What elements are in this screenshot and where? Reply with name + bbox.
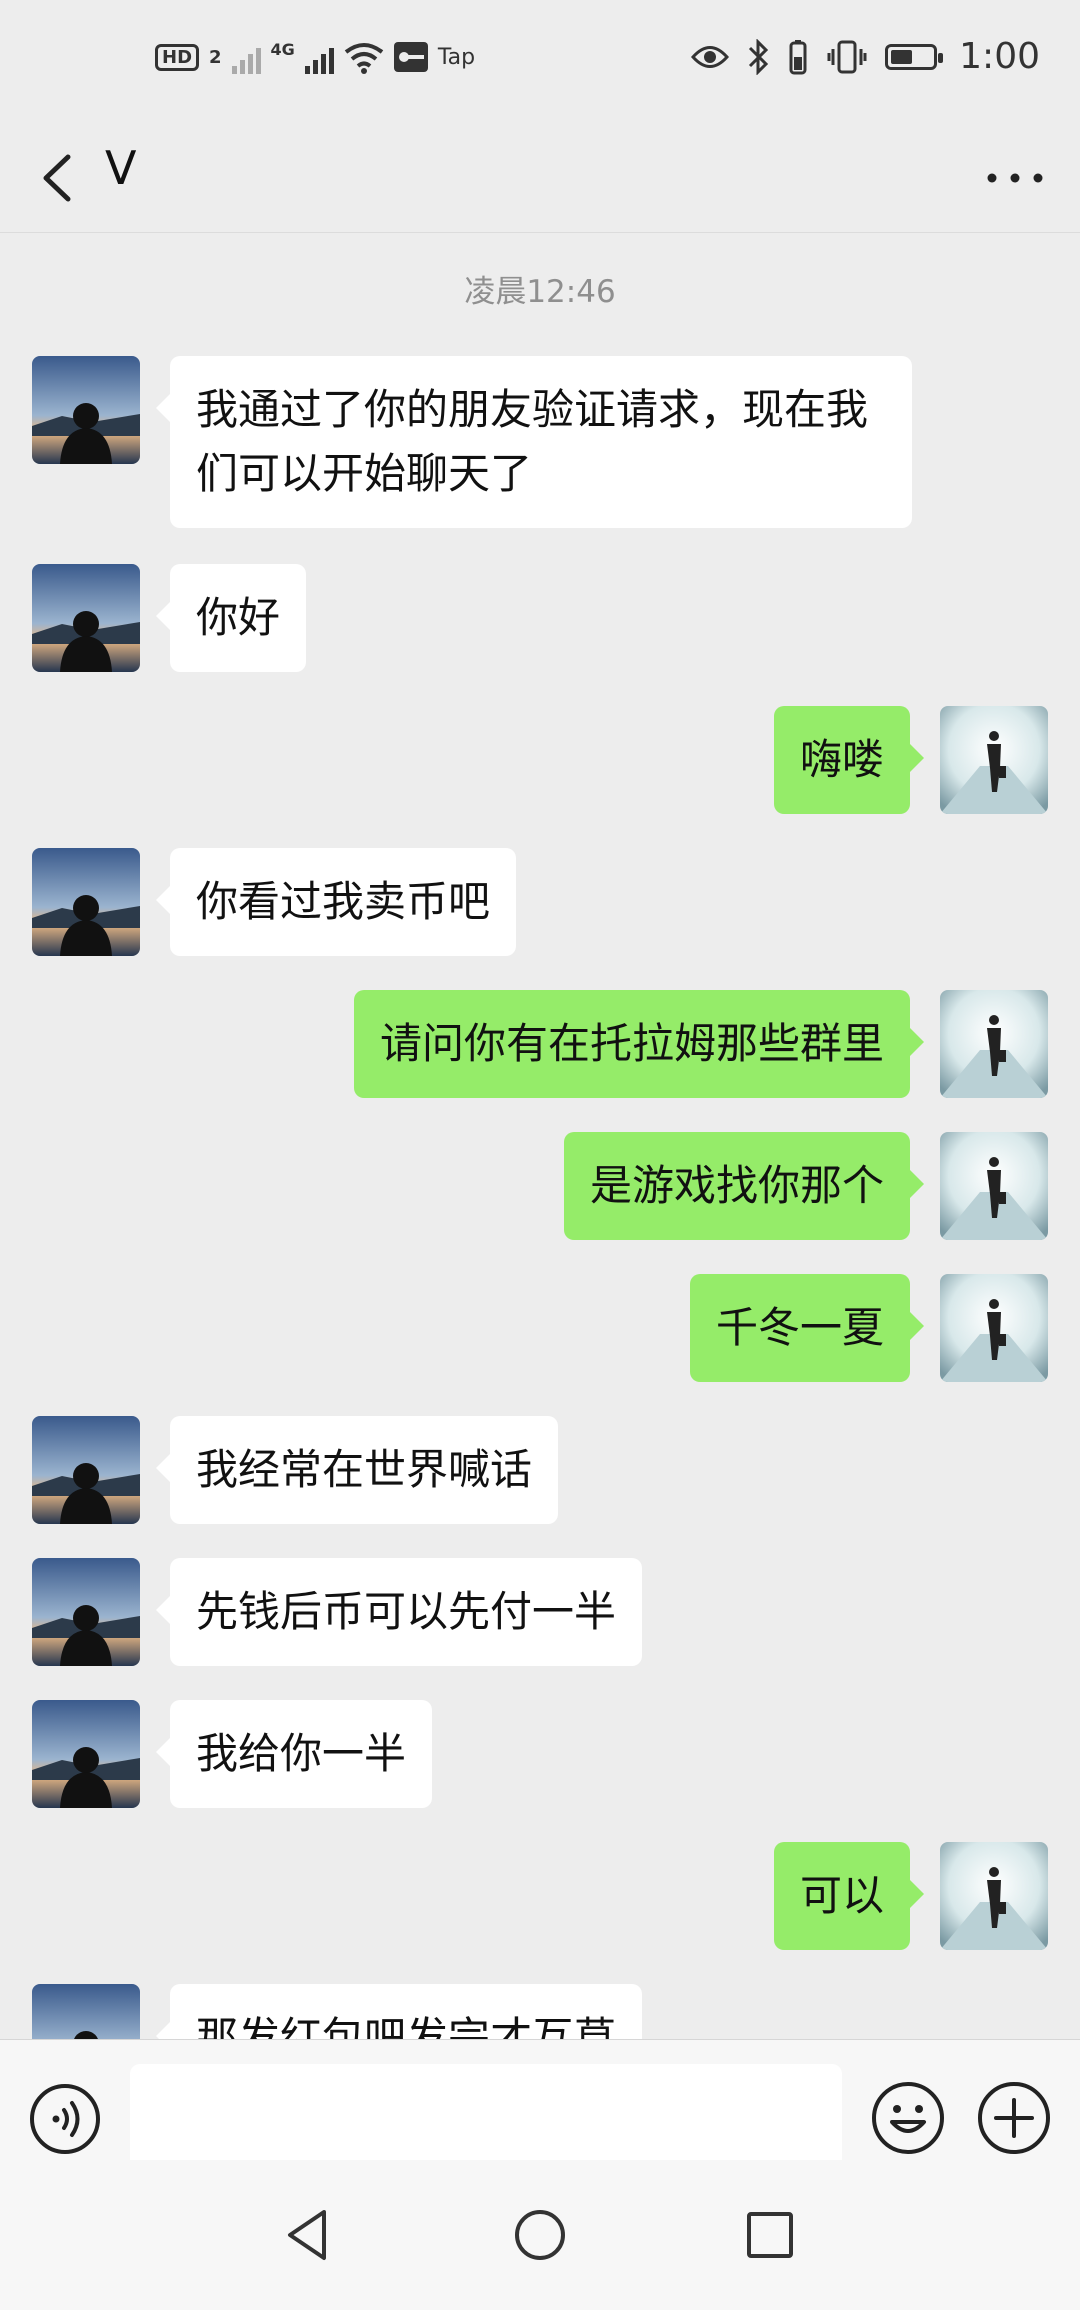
battery-icon	[885, 43, 944, 70]
wifi-icon	[344, 43, 384, 74]
message-input[interactable]	[130, 2064, 842, 2172]
emoji-icon[interactable]	[870, 2080, 946, 2156]
more-icon[interactable]	[980, 143, 1050, 213]
message-bubble-incoming[interactable]: 先钱后币可以先付一半	[155, 1558, 643, 1666]
hd-label: HD	[162, 46, 193, 68]
message-bubble-incoming[interactable]: 我通过了你的朋友验证请求，现在我们可以开始聊天了	[156, 356, 912, 528]
bluetooth-icon	[749, 38, 769, 75]
message-bubble-incoming[interactable]: 我给你一半	[155, 1700, 433, 1808]
message-bubble-outgoing[interactable]: 请问你有在托拉姆那些群里	[353, 990, 925, 1098]
avatar[interactable]	[940, 1842, 1048, 1950]
avatar[interactable]	[32, 1984, 140, 2039]
message-bubble-outgoing[interactable]: 可以	[773, 1842, 925, 1950]
avatar[interactable]	[940, 990, 1048, 1098]
message-bubble-incoming[interactable]: 我经常在世界喊话	[155, 1416, 559, 1524]
message-list[interactable]: 凌晨12:46 我通过了你的朋友验证请求，现在我们可以开始聊天了 你好 嗨喽 你…	[0, 232, 1080, 2039]
avatar[interactable]	[940, 1132, 1048, 1240]
system-nav-bar	[0, 2160, 1080, 2310]
vibrate-icon	[827, 40, 867, 73]
chat-header: V	[0, 125, 1080, 233]
avatar[interactable]	[32, 1558, 140, 1666]
network-type-label: 4G	[270, 40, 295, 59]
plus-icon[interactable]	[976, 2080, 1052, 2156]
avatar[interactable]	[940, 706, 1048, 814]
signal-icon	[231, 40, 261, 74]
chevron-left-icon[interactable]	[30, 143, 90, 213]
circle-home-icon[interactable]	[505, 2200, 575, 2270]
avatar[interactable]	[32, 848, 140, 956]
message-bubble-incoming[interactable]: 你好	[155, 564, 307, 672]
hd-sub-label: 2	[209, 46, 222, 68]
triangle-back-icon[interactable]	[272, 2200, 342, 2270]
avatar[interactable]	[940, 1274, 1048, 1382]
avatar[interactable]	[32, 356, 140, 464]
vpn-label: Tap	[437, 44, 476, 70]
avatar[interactable]	[32, 564, 140, 672]
chat-title: V	[105, 141, 137, 195]
vpn-key-icon	[393, 42, 428, 72]
message-timestamp: 凌晨12:46	[464, 274, 616, 310]
message-bubble-outgoing[interactable]: 嗨喽	[773, 706, 925, 814]
message-bubble-incoming[interactable]: 你看过我卖币吧	[155, 848, 517, 956]
message-bubble-outgoing[interactable]: 是游戏找你那个	[563, 1132, 925, 1240]
hd-voice-icon: HD	[155, 43, 200, 71]
eye-icon	[691, 45, 730, 68]
voice-icon[interactable]	[28, 2082, 102, 2156]
avatar[interactable]	[32, 1700, 140, 1808]
avatar[interactable]	[32, 1416, 140, 1524]
status-left: HD 2 4G Tap	[155, 40, 475, 74]
message-bubble-incoming[interactable]: 那发红包吧发完才互草	[155, 1984, 643, 2039]
status-bar: HD 2 4G Tap 1:00	[0, 0, 1080, 125]
status-right: 1:00	[691, 36, 1040, 77]
square-recent-icon[interactable]	[735, 2200, 805, 2270]
signal-icon-2	[304, 40, 334, 74]
status-time: 1:00	[959, 36, 1040, 77]
battery-saver-icon	[789, 39, 807, 74]
message-bubble-outgoing[interactable]: 千冬一夏	[689, 1274, 925, 1382]
